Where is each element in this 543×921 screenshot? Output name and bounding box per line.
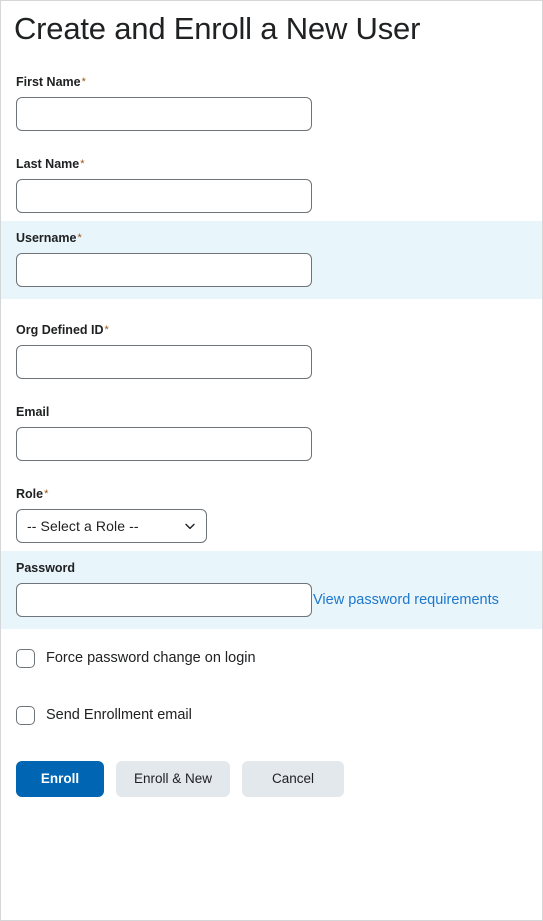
role-label-text: Role — [16, 486, 44, 501]
field-last-name: Last Name* — [1, 157, 542, 213]
required-asterisk: * — [81, 75, 86, 88]
first-name-label-text: First Name — [16, 74, 81, 89]
field-gap — [1, 131, 542, 157]
form-action-bar: Enroll Enroll & New Cancel — [1, 760, 542, 797]
role-select-wrapper: -- Select a Role -- — [16, 508, 207, 543]
field-password: Password View password requirements — [1, 550, 542, 629]
cancel-button[interactable]: Cancel — [242, 760, 345, 797]
send-enrollment-email-row[interactable]: Send Enrollment email — [1, 705, 542, 725]
field-gap — [1, 379, 542, 405]
create-user-form: First Name* Last Name* Username* Org Def… — [1, 75, 542, 797]
required-asterisk: * — [80, 157, 85, 170]
required-asterisk: * — [104, 323, 109, 336]
username-input[interactable] — [16, 252, 312, 287]
first-name-label: First Name* — [16, 75, 542, 90]
title-spacer — [1, 49, 542, 75]
force-password-change-label[interactable]: Force password change on login — [46, 650, 256, 666]
password-label: Password — [16, 561, 542, 576]
email-label-text: Email — [16, 404, 50, 419]
username-label-text: Username — [16, 230, 77, 245]
field-username: Username* — [1, 220, 542, 299]
role-select-value: -- Select a Role -- — [27, 517, 139, 534]
force-password-change-checkbox[interactable] — [16, 648, 35, 668]
required-asterisk: * — [77, 231, 82, 244]
role-label: Role* — [16, 487, 542, 502]
send-enrollment-email-checkbox[interactable] — [16, 705, 35, 725]
field-gap — [1, 303, 542, 323]
field-org-defined-id: Org Defined ID* — [1, 323, 542, 379]
chevron-down-icon — [185, 523, 195, 529]
field-gap — [1, 461, 542, 487]
page-title: Create and Enroll a New User — [14, 11, 421, 46]
enroll-and-new-button[interactable]: Enroll & New — [116, 760, 231, 797]
required-asterisk: * — [44, 487, 49, 500]
field-role: Role* -- Select a Role -- — [1, 487, 542, 543]
org-defined-id-input[interactable] — [16, 344, 312, 379]
enroll-button[interactable]: Enroll — [16, 760, 104, 797]
password-row: View password requirements — [16, 582, 542, 617]
field-email: Email — [1, 405, 542, 461]
view-password-requirements-link[interactable]: View password requirements — [313, 592, 499, 608]
field-first-name: First Name* — [1, 75, 542, 131]
email-label: Email — [16, 405, 542, 420]
last-name-label: Last Name* — [16, 157, 542, 172]
last-name-input[interactable] — [16, 178, 312, 213]
create-enroll-user-page: Create and Enroll a New User First Name*… — [0, 0, 543, 921]
password-input[interactable] — [16, 582, 312, 617]
force-password-change-row[interactable]: Force password change on login — [1, 648, 542, 668]
role-select[interactable]: -- Select a Role -- — [16, 508, 207, 543]
org-defined-id-label-text: Org Defined ID — [16, 322, 104, 337]
last-name-label-text: Last Name — [16, 156, 80, 171]
org-defined-id-label: Org Defined ID* — [16, 323, 542, 338]
first-name-input[interactable] — [16, 96, 312, 131]
username-label: Username* — [16, 231, 542, 246]
email-input[interactable] — [16, 426, 312, 461]
password-label-text: Password — [16, 560, 76, 575]
send-enrollment-email-label[interactable]: Send Enrollment email — [46, 707, 192, 723]
